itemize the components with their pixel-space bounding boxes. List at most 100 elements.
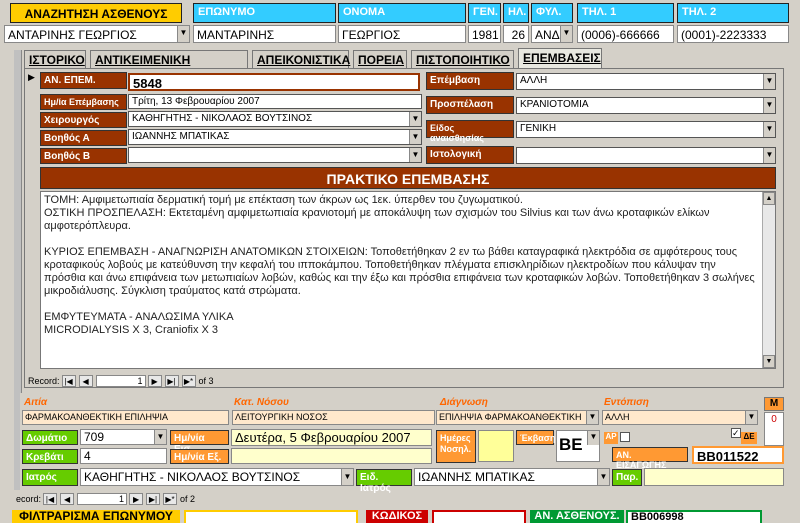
chevron-down-icon[interactable]: ▼ [586,411,598,424]
assistant-a-select[interactable]: ΙΩΑΝΝΗΣ ΜΠΑΤΙΚΑΣ ▼ [128,129,422,145]
chevron-down-icon[interactable]: ▼ [763,148,775,163]
tab-course[interactable]: ΠΟΡΕΙΑ [353,50,407,69]
scroll-up-icon[interactable]: ▲ [763,192,775,205]
operation-select[interactable]: ΑΛΛΗ ▼ [516,73,776,90]
surgeon-value: ΚΑΘΗΓΗΤΗΣ - ΝΙΚΟΛΑΟΣ ΒΟΥΤΣΙΝΟΣ [132,113,313,124]
report-scrollbar[interactable]: ▲ ▼ [762,192,775,368]
notes-field[interactable] [644,468,784,486]
de-checkbox[interactable]: ✓ [731,428,741,438]
exit-date-field[interactable] [231,448,432,464]
patient-no-field[interactable]: ΒΒ006998 [626,510,762,523]
surgery-date-field[interactable]: Τρίτη, 13 Φεβρουαρίου 2007 [128,94,422,109]
chevron-down-icon[interactable]: ▼ [154,430,166,444]
ap-checkbox[interactable] [620,432,630,442]
next-record-icon[interactable]: ▶ [129,493,144,505]
chevron-down-icon[interactable]: ▼ [763,122,775,137]
bed-label: Κρεβάτι [22,449,78,464]
de-label: ΔΕ [741,432,757,444]
tab-certificate[interactable]: ΠΙΣΤΟΠΟΙΗΤΙΚΟ [411,50,514,69]
report-line: MICRODIALYSIS X 3, Craniofix X 3 [44,324,219,336]
record-navigator-admissions: ecord: |◀ ◀ 1 ▶ ▶| ▶* of 2 [16,492,195,506]
first-record-icon[interactable]: |◀ [61,375,76,387]
spec-doctor-label: Ειδ. Ιατρός [356,469,412,494]
scroll-down-icon[interactable]: ▼ [763,355,775,368]
report-line: ΟΣΤΙΚΗ ΠΡΟΣΠΕΛΑΣΗ: Εκτεταμένη αμφιμετωπι… [44,207,710,232]
chevron-down-icon[interactable]: ▼ [409,112,421,126]
chevron-down-icon[interactable]: ▼ [409,148,421,162]
admit-date-field[interactable]: Δευτέρα, 5 Φεβρουαρίου 2007 [231,429,432,446]
chevron-down-icon[interactable]: ▼ [597,469,609,485]
spec-doctor-value: ΙΩΑΝΝΗΣ ΜΠΑΤΙΚΑΣ [418,470,535,484]
disease-category-field[interactable]: ΛΕΙΤΟΥΡΓΙΚΗ ΝΟΣΟΣ [232,410,435,425]
assistant-b-select[interactable]: ▼ [128,147,422,163]
tab-imaging[interactable]: ΑΠΕΙΚΟΝΙΣΤΙΚΑ [252,50,350,69]
col-sex-header: ΦΥΛ. [531,3,573,23]
assistant-b-label: Βοηθός Β [40,148,127,164]
surgeon-select[interactable]: ΚΑΘΗΓΗΤΗΣ - ΝΙΚΟΛΑΟΣ ΒΟΥΤΣΙΝΟΣ ▼ [128,111,422,127]
next-record-icon[interactable]: ▶ [147,375,162,387]
surname-field[interactable]: ΜΑΝΤΑΡΙΝΗΣ [193,25,336,43]
surgeon-label: Χειρουργός [40,112,127,128]
room-select[interactable]: 709 ▼ [80,429,167,445]
search-patient-select[interactable]: ΑΝΤΑΡΙΝΗΣ ΓΕΩΡΓΙΟΣ ▼ [4,25,190,43]
admission-no-field[interactable]: ΒΒ011522 [692,446,784,464]
chevron-down-icon[interactable]: ▼ [745,411,757,424]
new-record-icon[interactable]: ▶* [163,493,178,505]
new-record-icon[interactable]: ▶* [181,375,196,387]
chevron-down-icon[interactable]: ▼ [409,130,421,144]
diagnosis-value: ΕΠΙΛΗΨΙΑ ΦΑΡΜΑΚΟΑΝΘΕΚΤΙΚΗ [439,412,582,422]
an-epem-label: ΑΝ. ΕΠΕΜ. [40,72,127,89]
report-line: ΤΟΜΗ: Αμφιμετωπιαία δερματική τομή με επ… [44,194,523,206]
tab-surgeries[interactable]: ΕΠΕΜΒΑΣΕΙΣ [518,48,602,69]
chevron-down-icon[interactable]: ▼ [560,26,572,42]
anesthesia-select[interactable]: ΓΕΝΙΚΗ ▼ [516,121,776,138]
location-select[interactable]: ΑΛΛΗ ▼ [602,410,758,425]
age-field[interactable]: 26 [503,25,529,43]
birth-year-field[interactable]: 1981 [468,25,501,43]
outcome-select[interactable]: ΒΕ ▼ [556,430,600,462]
filter-surname-field[interactable] [184,510,358,523]
col-surname-header: ΕΠΩΝΥΜΟ [193,3,336,23]
location-value: ΑΛΛΗ [605,412,630,422]
chevron-down-icon[interactable]: ▼ [763,98,775,113]
diagnosis-select[interactable]: ΕΠΙΛΗΨΙΑ ΦΑΡΜΑΚΟΑΝΘΕΚΤΙΚΗ ▼ [436,410,599,425]
bed-field[interactable]: 4 [80,448,167,464]
record-count: of 3 [198,376,214,386]
tel1-field[interactable]: (0006)-666666 [577,25,674,43]
tab-objective-exam[interactable]: ΑΝΤΙΚΕΙΜΕΝΙΚΗ ΕΞΕΤΑΣΗ [90,50,248,81]
chevron-down-icon[interactable]: ▼ [587,431,599,445]
code-field[interactable] [432,510,526,523]
admit-date-label: Ημ/νία Εισ. [170,430,229,455]
tab-history[interactable]: ΙΣΤΟΡΙΚΟ [24,50,86,69]
spec-doctor-select[interactable]: ΙΩΑΝΝΗΣ ΜΠΑΤΙΚΑΣ ▼ [414,468,610,486]
last-record-icon[interactable]: ▶| [164,375,179,387]
tel2-field[interactable]: (0001)-2223333 [677,25,789,43]
doctor-select[interactable]: ΚΑΘΗΓΗΤΗΣ - ΝΙΚΟΛΑΟΣ ΒΟΥΤΣΙΝΟΣ ▼ [80,468,354,486]
chevron-down-icon[interactable]: ▼ [763,74,775,89]
outcome-label: Έκβαση [516,430,555,445]
report-line: ΚΥΡΙΟΣ ΕΠΕΜΒΑΣΗ - ΑΝΑΓΝΩΡΙΣΗ ΑΝΑΤΟΜΙΚΩΝ … [44,246,755,297]
name-field[interactable]: ΓΕΩΡΓΙΟΣ [338,25,466,43]
days-field[interactable] [478,430,514,462]
record-number-field[interactable]: 1 [95,375,146,387]
diagnosis-label: Διάγνωση [440,397,488,408]
record-number-field[interactable]: 1 [77,493,128,505]
search-patient-value: ΑΝΤΑΡΙΝΗΣ ΓΕΩΡΓΙΟΣ [8,28,137,42]
an-epem-field[interactable]: 5848 [128,73,420,91]
first-record-icon[interactable]: |◀ [43,493,58,505]
sex-select[interactable]: ΑΝΔΙ ▼ [531,25,573,43]
approach-select[interactable]: ΚΡΑΝΙΟΤΟΜΙΑ ▼ [516,97,776,114]
last-record-icon[interactable]: ▶| [146,493,161,505]
report-title: ΠΡΑΚΤΙΚΟ ΕΠΕΜΒΑΣΗΣ [40,167,776,189]
histology-select[interactable]: ▼ [516,147,776,164]
col-age-header: ΗΛ. [503,3,529,23]
cause-field[interactable]: ΦΑΡΜΑΚΟΑΝΘΕΚΤΙΚΗ ΕΠΙΛΗΨΙΑ [22,410,229,425]
chevron-down-icon[interactable]: ▼ [341,469,353,485]
m-field[interactable]: 0 [764,412,784,446]
chevron-down-icon[interactable]: ▼ [177,26,189,42]
doctor-label: Ιατρός [22,469,78,486]
report-textarea[interactable]: ΤΟΜΗ: Αμφιμετωπιαία δερματική τομή με επ… [40,191,776,369]
approach-label: Προσπέλαση [426,96,514,114]
prev-record-icon[interactable]: ◀ [78,375,93,387]
prev-record-icon[interactable]: ◀ [60,493,75,505]
